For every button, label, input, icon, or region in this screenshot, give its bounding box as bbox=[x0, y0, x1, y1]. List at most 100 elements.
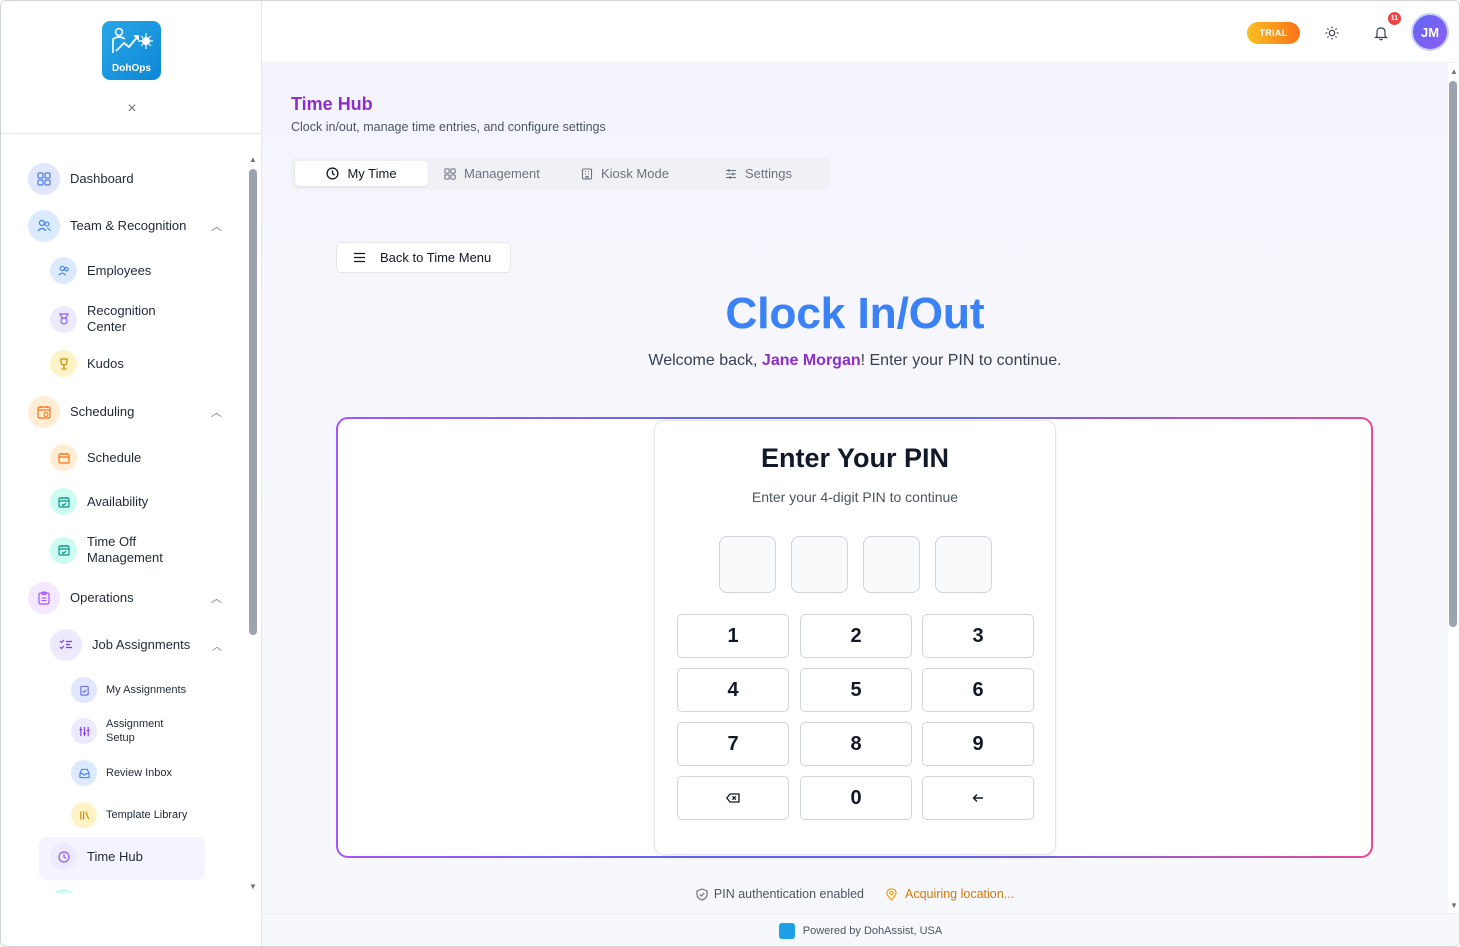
chevron-up-icon[interactable]: ︿ bbox=[211, 218, 222, 234]
pin-container-inner: Enter Your PIN Enter your 4-digit PIN to… bbox=[338, 419, 1371, 856]
sun-icon[interactable] bbox=[1322, 23, 1342, 43]
app-logo[interactable]: DohOps bbox=[102, 21, 161, 80]
tab-my-time[interactable]: My Time bbox=[295, 161, 428, 186]
tab-settings[interactable]: Settings bbox=[725, 161, 792, 186]
welcome-prefix: Welcome back, bbox=[648, 352, 762, 369]
page-title: Time Hub bbox=[291, 94, 373, 114]
sidebar-item-operations[interactable]: Operations ︿ bbox=[28, 582, 222, 614]
tab-label: Kiosk Mode bbox=[601, 166, 669, 181]
pin-digit-box[interactable] bbox=[863, 536, 920, 593]
sidebar-item-partial[interactable] bbox=[50, 889, 77, 893]
building-icon bbox=[581, 167, 593, 180]
back-button-label: Back to Time Menu bbox=[380, 250, 492, 265]
sidebar-item-label: Team & Recognition bbox=[70, 218, 187, 233]
key-5[interactable]: 5 bbox=[800, 668, 912, 712]
sidebar-item-dashboard[interactable]: Dashboard bbox=[28, 163, 228, 195]
scroll-down-arrow-icon[interactable]: ▼ bbox=[248, 882, 258, 891]
sidebar: DohOps × Dashboard Team & Recognition ︿ bbox=[1, 1, 262, 946]
main-scroll-up-arrow-icon[interactable]: ▲ bbox=[1449, 67, 1459, 76]
page-subtitle: Clock in/out, manage time entries, and c… bbox=[291, 120, 606, 134]
pin-digit-box[interactable] bbox=[935, 536, 992, 593]
trophy-icon bbox=[50, 350, 77, 377]
key-3[interactable]: 3 bbox=[922, 614, 1034, 658]
sidebar-item-label: Review Inbox bbox=[106, 767, 173, 779]
main-content: Time Hub Clock in/out, manage time entri… bbox=[262, 63, 1448, 913]
key-9[interactable]: 9 bbox=[922, 722, 1034, 766]
key-2[interactable]: 2 bbox=[800, 614, 912, 658]
pin-digit-box[interactable] bbox=[719, 536, 776, 593]
sidebar-item-label: Time Hub bbox=[87, 848, 143, 864]
sidebar-item-recognition-center[interactable]: Recognition Center bbox=[50, 303, 170, 335]
sidebar-item-time-hub[interactable]: Time Hub bbox=[50, 843, 143, 870]
calendar-check-icon bbox=[50, 488, 77, 515]
sidebar-item-availability[interactable]: Availability bbox=[50, 488, 148, 515]
tab-label: My Time bbox=[347, 166, 397, 181]
tab-bar: My Time Management Kiosk Mode Settings bbox=[291, 157, 830, 190]
key-1[interactable]: 1 bbox=[677, 614, 789, 658]
menu-icon bbox=[353, 252, 366, 263]
sidebar-item-review-inbox[interactable]: Review Inbox bbox=[71, 760, 172, 786]
map-pin-icon bbox=[886, 887, 897, 901]
sidebar-item-label: Scheduling bbox=[70, 404, 135, 419]
welcome-message: Welcome back, Jane Morgan! Enter your PI… bbox=[262, 352, 1448, 370]
trial-badge[interactable]: TRIAL bbox=[1247, 22, 1300, 44]
welcome-suffix: ! Enter your PIN to continue. bbox=[860, 352, 1062, 369]
backspace-button[interactable] bbox=[677, 776, 789, 820]
footer: Powered by DohAssist, USA bbox=[262, 913, 1459, 946]
key-6[interactable]: 6 bbox=[922, 668, 1034, 712]
clock-icon bbox=[326, 167, 340, 180]
sidebar-item-label: Kudos bbox=[87, 355, 124, 371]
sidebar-item-label: Employees bbox=[87, 262, 152, 278]
pin-subtitle: Enter your 4-digit PIN to continue bbox=[751, 489, 959, 505]
sidebar-item-employees[interactable]: Employees bbox=[50, 257, 151, 284]
bell-icon[interactable] bbox=[1371, 23, 1391, 43]
sidebar-item-label: Operations bbox=[70, 590, 134, 605]
tab-label: Management bbox=[464, 166, 540, 181]
key-8[interactable]: 8 bbox=[800, 722, 912, 766]
app-window: DohOps × Dashboard Team & Recognition ︿ bbox=[0, 0, 1460, 947]
close-sidebar-icon[interactable]: × bbox=[125, 101, 139, 117]
key-4[interactable]: 4 bbox=[677, 668, 789, 712]
sidebar-item-label: Assignment Setup bbox=[106, 718, 164, 744]
avatar[interactable]: JM bbox=[1411, 13, 1449, 51]
back-to-time-menu-button[interactable]: Back to Time Menu bbox=[336, 242, 511, 273]
scroll-up-arrow-icon[interactable]: ▲ bbox=[248, 155, 258, 164]
calendar-check-icon bbox=[50, 536, 77, 564]
main-scroll-down-arrow-icon[interactable]: ▼ bbox=[1449, 901, 1459, 910]
pin-digit-box[interactable] bbox=[791, 536, 848, 593]
sidebar-item-label: Schedule bbox=[87, 449, 142, 465]
tab-management[interactable]: Management bbox=[444, 161, 540, 186]
grid-icon bbox=[28, 163, 60, 195]
sidebar-item-label: Dashboard bbox=[70, 171, 134, 186]
library-icon bbox=[71, 802, 97, 828]
key-7[interactable]: 7 bbox=[677, 722, 789, 766]
inbox-icon bbox=[71, 760, 97, 786]
chevron-up-icon[interactable]: ︿ bbox=[211, 404, 222, 420]
sidebar-item-template-library[interactable]: Template Library bbox=[71, 802, 187, 828]
partial-icon bbox=[50, 889, 77, 893]
sidebar-item-assignment-setup[interactable]: Assignment Setup bbox=[71, 717, 191, 745]
sidebar-item-job-assignments[interactable]: Job Assignments ︿ bbox=[50, 629, 222, 661]
sidebar-item-team-recognition[interactable]: Team & Recognition ︿ bbox=[28, 210, 222, 242]
back-arrow-button[interactable] bbox=[922, 776, 1034, 820]
main-scrollbar-thumb[interactable] bbox=[1449, 81, 1457, 627]
users-icon bbox=[50, 257, 77, 284]
chevron-up-icon[interactable]: ︿ bbox=[211, 590, 222, 606]
sidebar-item-label: Availability bbox=[87, 493, 149, 509]
tab-kiosk-mode[interactable]: Kiosk Mode bbox=[581, 161, 669, 186]
sidebar-item-scheduling[interactable]: Scheduling ︿ bbox=[28, 396, 222, 428]
logo-text: DohOps bbox=[112, 63, 151, 74]
sidebar-item-time-off[interactable]: Time Off Management bbox=[50, 534, 180, 566]
sliders-icon bbox=[71, 718, 97, 744]
tab-label: Settings bbox=[745, 166, 792, 181]
sidebar-item-my-assignments[interactable]: My Assignments bbox=[71, 677, 186, 703]
sidebar-item-kudos[interactable]: Kudos bbox=[50, 350, 124, 377]
sidebar-item-schedule[interactable]: Schedule bbox=[50, 444, 141, 471]
sidebar-nav: Dashboard Team & Recognition ︿ Employees bbox=[1, 151, 246, 893]
chevron-up-icon[interactable]: ︿ bbox=[212, 638, 222, 653]
sidebar-scrollbar-thumb[interactable] bbox=[249, 169, 257, 635]
sliders-horizontal-icon bbox=[725, 168, 737, 180]
sidebar-item-label: My Assignments bbox=[106, 684, 187, 696]
key-0[interactable]: 0 bbox=[800, 776, 912, 820]
clipboard-icon bbox=[28, 582, 60, 614]
